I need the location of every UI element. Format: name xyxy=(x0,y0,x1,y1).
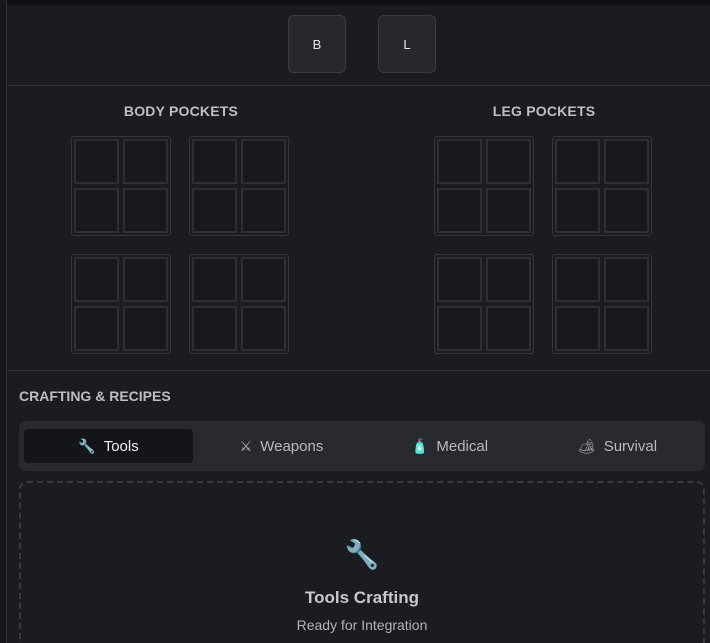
inventory-slot[interactable] xyxy=(74,306,119,351)
inventory-slot[interactable] xyxy=(437,188,482,233)
inventory-slot[interactable] xyxy=(486,306,531,351)
body-pockets-title: BODY POCKETS xyxy=(123,103,239,119)
inventory-slot[interactable] xyxy=(241,139,286,184)
body-pocket-2 xyxy=(189,136,289,236)
tab-medical[interactable]: 🧴 Medical xyxy=(365,429,534,463)
inventory-slot[interactable] xyxy=(555,188,600,233)
inventory-slot[interactable] xyxy=(241,257,286,302)
tab-weapons[interactable]: ⚔ Weapons xyxy=(197,429,366,463)
leg-pocket-3 xyxy=(434,254,534,354)
inventory-slot[interactable] xyxy=(604,257,649,302)
inventory-slot[interactable] xyxy=(123,257,168,302)
equip-slot-body[interactable]: B xyxy=(288,15,346,73)
inventory-slot[interactable] xyxy=(74,257,119,302)
inventory-slot[interactable] xyxy=(123,139,168,184)
inventory-slot[interactable] xyxy=(555,139,600,184)
tab-label: Medical xyxy=(436,437,489,455)
inventory-slot[interactable] xyxy=(437,139,482,184)
inventory-slot[interactable] xyxy=(192,188,237,233)
camping-icon: 🏕 xyxy=(577,437,596,454)
inventory-slot[interactable] xyxy=(123,188,168,233)
inventory-slot[interactable] xyxy=(555,306,600,351)
equipment-slots: B L xyxy=(6,5,710,86)
leg-pocket-4 xyxy=(552,254,652,354)
body-pocket-3 xyxy=(71,254,171,354)
inventory-slot[interactable] xyxy=(486,139,531,184)
panel-subtitle: Ready for Integration xyxy=(296,617,428,633)
tab-label: Tools xyxy=(103,437,139,455)
body-pocket-4 xyxy=(189,254,289,354)
panel-title: Tools Crafting xyxy=(305,588,419,607)
pockets-section: BODY POCKETS LEG POCKETS xyxy=(6,86,710,371)
medicine-icon: 🧴 xyxy=(410,437,429,454)
inventory-slot[interactable] xyxy=(74,188,119,233)
inventory-window: B L BODY POCKETS LEG POCKETS CRAFTING & … xyxy=(0,0,710,643)
inventory-slot[interactable] xyxy=(437,306,482,351)
inventory-slot[interactable] xyxy=(555,257,600,302)
tab-label: Weapons xyxy=(260,437,324,455)
wrench-icon: 🔧 xyxy=(78,437,96,454)
tab-survival[interactable]: 🏕 Survival xyxy=(533,429,702,463)
tab-tools[interactable]: 🔧 Tools xyxy=(24,429,193,463)
inventory-slot[interactable] xyxy=(192,306,237,351)
wrench-icon: 🔧 xyxy=(344,539,380,570)
body-pocket-1 xyxy=(71,136,171,236)
leg-pockets-title: LEG POCKETS xyxy=(492,103,596,119)
tab-label: Survival xyxy=(603,437,658,455)
inventory-slot[interactable] xyxy=(486,188,531,233)
inventory-slot[interactable] xyxy=(437,257,482,302)
inventory-slot[interactable] xyxy=(192,139,237,184)
inventory-slot[interactable] xyxy=(241,306,286,351)
crossed-swords-icon: ⚔ xyxy=(239,437,253,454)
inventory-slot[interactable] xyxy=(192,257,237,302)
crafting-title: CRAFTING & RECIPES xyxy=(19,388,171,404)
inventory-slot[interactable] xyxy=(486,257,531,302)
inventory-slot[interactable] xyxy=(604,188,649,233)
inventory-slot[interactable] xyxy=(604,139,649,184)
equip-slot-legs[interactable]: L xyxy=(378,15,436,73)
leg-pocket-1 xyxy=(434,136,534,236)
crafting-panel: 🔧 Tools Crafting Ready for Integration xyxy=(19,481,705,643)
inventory-slot[interactable] xyxy=(241,188,286,233)
crafting-tabs: 🔧 Tools ⚔ Weapons 🧴 Medical 🏕 Survival xyxy=(19,421,705,471)
inventory-slot[interactable] xyxy=(123,306,168,351)
inventory-slot[interactable] xyxy=(604,306,649,351)
inventory-slot[interactable] xyxy=(74,139,119,184)
leg-pocket-2 xyxy=(552,136,652,236)
